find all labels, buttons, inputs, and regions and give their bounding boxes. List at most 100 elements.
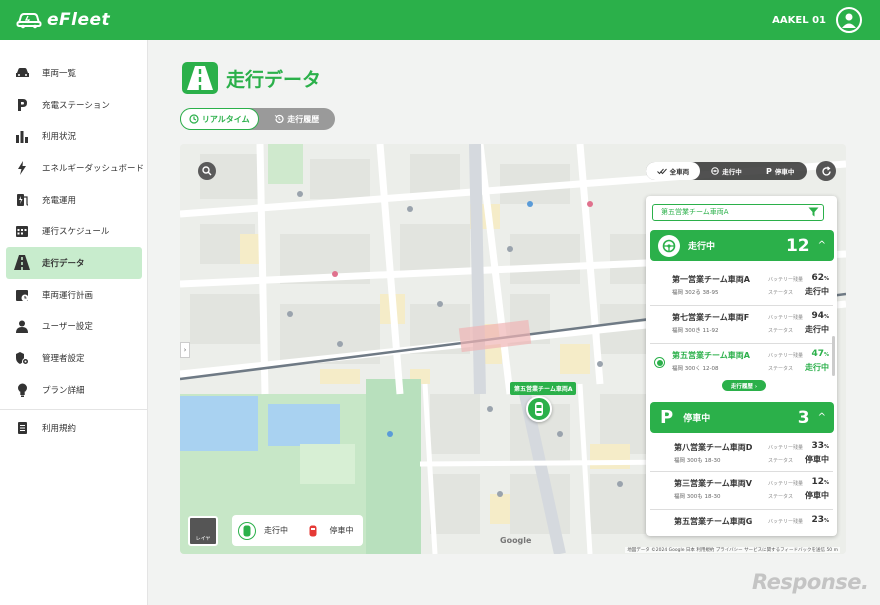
vehicle-search-input[interactable]: 第五営業チーム車両A: [652, 204, 824, 221]
vehicle-name: 第三営業チーム車両V: [674, 479, 752, 488]
vehicle-row[interactable]: 第八営業チーム車両D 福岡 300も 18-30 バッテリー残量 ステータス 3…: [650, 436, 833, 472]
map-attribution[interactable]: 地図データ ©2024 Google 日本 利用規約 プライバシー サービスに関…: [625, 547, 840, 553]
status-label: ステータス: [768, 290, 794, 296]
sidebar-item-charging-ops[interactable]: 充電運用: [0, 184, 147, 216]
sidebar-item-admin-settings[interactable]: 管理者設定: [0, 342, 147, 374]
panel-scrollbar[interactable]: [832, 336, 835, 376]
battery-label: バッテリー残量: [768, 353, 804, 359]
double-check-icon: [656, 168, 667, 174]
driving-history-button[interactable]: 走行履歴 ›: [722, 380, 766, 391]
parking-icon: [14, 97, 30, 113]
sidebar-item-schedule[interactable]: 運行スケジュール: [0, 215, 147, 247]
sidebar-item-label: プラン詳細: [42, 385, 85, 396]
refresh-button[interactable]: [816, 161, 836, 181]
sidebar-item-charging-stations[interactable]: 充電ステーション: [0, 89, 147, 121]
chevron-right-icon: ›: [183, 346, 187, 354]
sidebar-item-label: 管理者設定: [42, 354, 85, 365]
battery-value: 33%: [811, 441, 829, 451]
app-header: eFleet AAKEL 01: [0, 0, 880, 40]
vehicle-row[interactable]: 第一営業チーム車両A 福岡 302る 38-95 バッテリー残量 ステータス 6…: [650, 268, 833, 306]
battery-number: 33: [811, 441, 824, 451]
sidebar-item-driving-data[interactable]: 走行データ: [6, 247, 142, 279]
status-label: ステータス: [768, 494, 794, 500]
search-icon: [202, 166, 212, 176]
vehicle-row[interactable]: 第三営業チーム車両V 福岡 300も 18-30 バッテリー残量 ステータス 1…: [650, 472, 833, 510]
bulb-icon: [14, 382, 30, 398]
battery-value: 23%: [811, 515, 829, 525]
vehicle-name: 第五営業チーム車両G: [674, 517, 753, 526]
toggle-history-label: 走行履歴: [287, 114, 320, 124]
document-icon: [14, 420, 30, 436]
toggle-realtime[interactable]: リアルタイム: [180, 108, 259, 130]
legend-driving-label: 走行中: [264, 526, 288, 535]
vehicle-row-selected[interactable]: 第五営業チーム車両A 福岡 300く 12-08 バッテリー残量 ステータス 4…: [650, 344, 833, 398]
sidebar-item-usage[interactable]: 利用状況: [0, 120, 147, 152]
history-icon: [274, 114, 284, 124]
battery-label: バッテリー残量: [768, 445, 804, 451]
driving-car-icon: [238, 521, 256, 540]
parking-icon: P: [765, 166, 772, 176]
calendar-plan-icon: [14, 287, 30, 303]
sidebar: 車両一覧 充電ステーション 利用状況 エネルギーダッシュボード 充電運用 運行ス…: [0, 40, 148, 605]
vehicle-row[interactable]: 第七営業チーム車両F 福岡 300き 11-92 バッテリー残量 ステータス 9…: [650, 306, 833, 344]
sidebar-item-energy-dashboard[interactable]: エネルギーダッシュボード: [0, 152, 147, 184]
sidebar-item-label: 走行データ: [42, 258, 85, 269]
parked-section-header[interactable]: P 停車中 3 ^: [650, 402, 834, 433]
vehicle-pin[interactable]: [526, 396, 552, 422]
user-menu[interactable]: AAKEL 01: [772, 7, 862, 33]
vehicle-name: 第一営業チーム車両A: [672, 275, 750, 284]
calendar-icon: [14, 223, 30, 239]
percent-unit: %: [823, 444, 829, 450]
battery-value: 47%: [811, 349, 829, 359]
road-icon: [182, 62, 218, 94]
watermark: Response.: [752, 570, 869, 594]
vehicle-plate: 福岡 300き 11-92: [672, 328, 719, 334]
battery-label: バッテリー残量: [768, 519, 804, 525]
sidebar-item-label: 充電ステーション: [42, 100, 110, 111]
chevron-up-icon: ^: [817, 240, 826, 251]
driving-section-header[interactable]: 走行中 12 ^: [650, 230, 834, 261]
vehicle-row[interactable]: 第五営業チーム車両G バッテリー残量 23%: [650, 510, 833, 536]
steering-wheel-icon: [658, 234, 680, 257]
battery-number: 47: [811, 349, 824, 359]
map-search-button[interactable]: [198, 162, 216, 180]
admin-settings-icon: [14, 350, 30, 366]
sidebar-item-label: 充電運用: [42, 195, 77, 206]
filter-driving[interactable]: 走行中: [700, 162, 754, 180]
status-label: ステータス: [768, 366, 794, 372]
lightning-icon: [14, 160, 30, 176]
parked-count: 3: [797, 407, 810, 428]
parking-icon: P: [660, 407, 674, 428]
battery-label: バッテリー残量: [768, 315, 804, 321]
sidebar-item-user-settings[interactable]: ユーザー設定: [0, 311, 147, 343]
vehicle-status: 停車中: [805, 491, 829, 500]
percent-unit: %: [823, 276, 829, 282]
refresh-icon: [821, 165, 831, 176]
filter-parked-label: 停車中: [774, 168, 795, 176]
app-name: eFleet: [47, 10, 111, 30]
sidebar-item-vehicle-plan[interactable]: 車両運行計画: [0, 279, 147, 311]
battery-value: 12%: [811, 477, 829, 487]
battery-value: 94%: [811, 311, 829, 321]
car-icon: [14, 65, 30, 81]
sidebar-item-label: エネルギーダッシュボード: [42, 163, 145, 174]
filter-parked[interactable]: P 停車中: [753, 162, 807, 180]
map-expand-handle[interactable]: ›: [180, 342, 190, 358]
percent-unit: %: [823, 480, 829, 486]
battery-value: 62%: [811, 273, 829, 283]
app-logo[interactable]: eFleet: [16, 10, 110, 30]
avatar-icon[interactable]: [836, 7, 862, 33]
map-view[interactable]: › 第五営業チーム車両A レイヤ 走行中 停車中 Google 地図データ ©2…: [180, 144, 846, 554]
sidebar-item-vehicles[interactable]: 車両一覧: [0, 57, 147, 89]
toggle-history[interactable]: 走行履歴: [259, 108, 336, 130]
sidebar-item-plan[interactable]: プラン詳細: [0, 374, 147, 406]
layer-toggle[interactable]: レイヤ: [188, 516, 218, 546]
bar-chart-icon: [14, 128, 30, 144]
filter-icon[interactable]: [808, 207, 819, 222]
filter-all[interactable]: 全車両: [646, 162, 700, 180]
sidebar-item-label: 利用状況: [42, 132, 77, 143]
main-content: 走行データ リアルタイム 走行履歴 › 第五営業チーム車両A レイヤ 走行中 停…: [150, 40, 880, 605]
selected-radio[interactable]: [654, 357, 665, 368]
sidebar-item-terms[interactable]: 利用規約: [0, 413, 147, 445]
vehicle-status: 走行中: [805, 363, 829, 372]
